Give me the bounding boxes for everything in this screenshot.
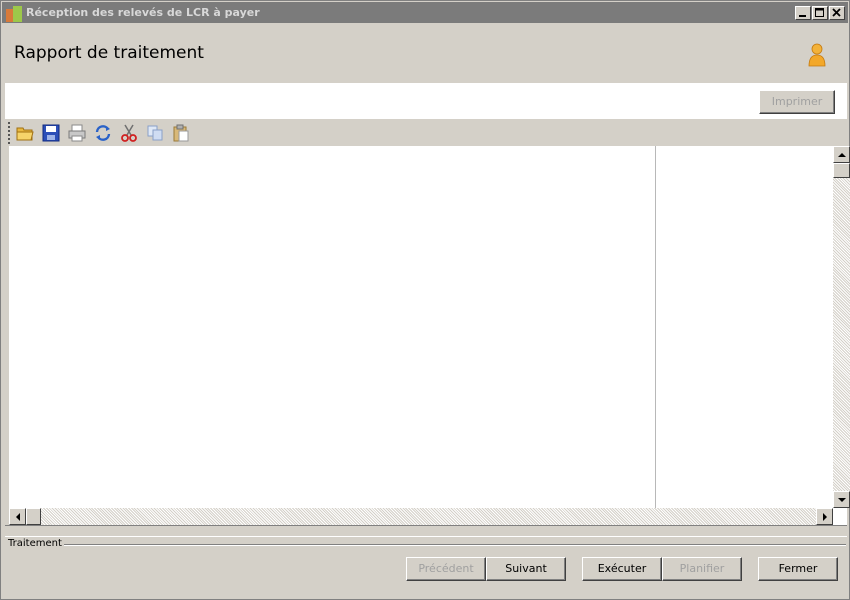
minimize-button[interactable] [795, 6, 811, 20]
toolbar-grip[interactable] [8, 122, 10, 144]
copy-icon[interactable] [146, 124, 164, 142]
save-icon[interactable] [42, 124, 60, 142]
horizontal-scrollbar[interactable] [9, 508, 833, 525]
scroll-right-button[interactable] [816, 508, 833, 525]
arrow-down-icon [838, 498, 846, 502]
close-window-button[interactable] [829, 6, 845, 20]
paste-icon[interactable] [172, 124, 190, 142]
next-button[interactable]: Suivant [486, 557, 566, 581]
vertical-scrollbar[interactable] [833, 146, 850, 508]
cut-icon[interactable] [120, 124, 138, 142]
page-title: Rapport de traitement [14, 43, 204, 63]
arrow-up-icon [838, 153, 846, 157]
group-separator [61, 544, 846, 546]
report-content[interactable] [5, 146, 850, 525]
horizontal-scroll-thumb[interactable] [26, 508, 41, 525]
group-label-traitement: Traitement [8, 538, 64, 549]
maximize-icon [815, 8, 824, 17]
minimize-icon [799, 15, 806, 17]
scroll-down-button[interactable] [833, 491, 850, 508]
scroll-left-button[interactable] [9, 508, 26, 525]
user-icon [808, 43, 826, 67]
folder-open-icon[interactable] [16, 124, 34, 142]
toolbar [5, 120, 847, 146]
execute-button[interactable]: Exécuter [582, 557, 662, 581]
content-divider [655, 146, 656, 508]
window-title: Réception des relevés de LCR à payer [26, 6, 260, 19]
title-bar[interactable]: Réception des relevés de LCR à payer [2, 2, 848, 23]
scroll-up-button[interactable] [833, 146, 850, 163]
print-icon[interactable] [68, 124, 86, 142]
content-bottom-separator [5, 525, 847, 537]
close-icon [832, 8, 841, 17]
arrow-left-icon [16, 513, 20, 521]
vertical-scroll-thumb[interactable] [833, 163, 850, 178]
refresh-icon[interactable] [94, 124, 112, 142]
print-strip: Imprimer [5, 83, 847, 119]
schedule-button[interactable]: Planifier [662, 557, 742, 581]
print-button[interactable]: Imprimer [759, 90, 835, 114]
page-header: Rapport de traitement [2, 23, 848, 83]
maximize-button[interactable] [812, 6, 828, 20]
previous-button[interactable]: Précédent [406, 557, 486, 581]
close-button[interactable]: Fermer [758, 557, 838, 581]
arrow-right-icon [823, 513, 827, 521]
main-window: Réception des relevés de LCR à payer Rap… [0, 0, 850, 600]
app-icon[interactable] [6, 6, 22, 22]
